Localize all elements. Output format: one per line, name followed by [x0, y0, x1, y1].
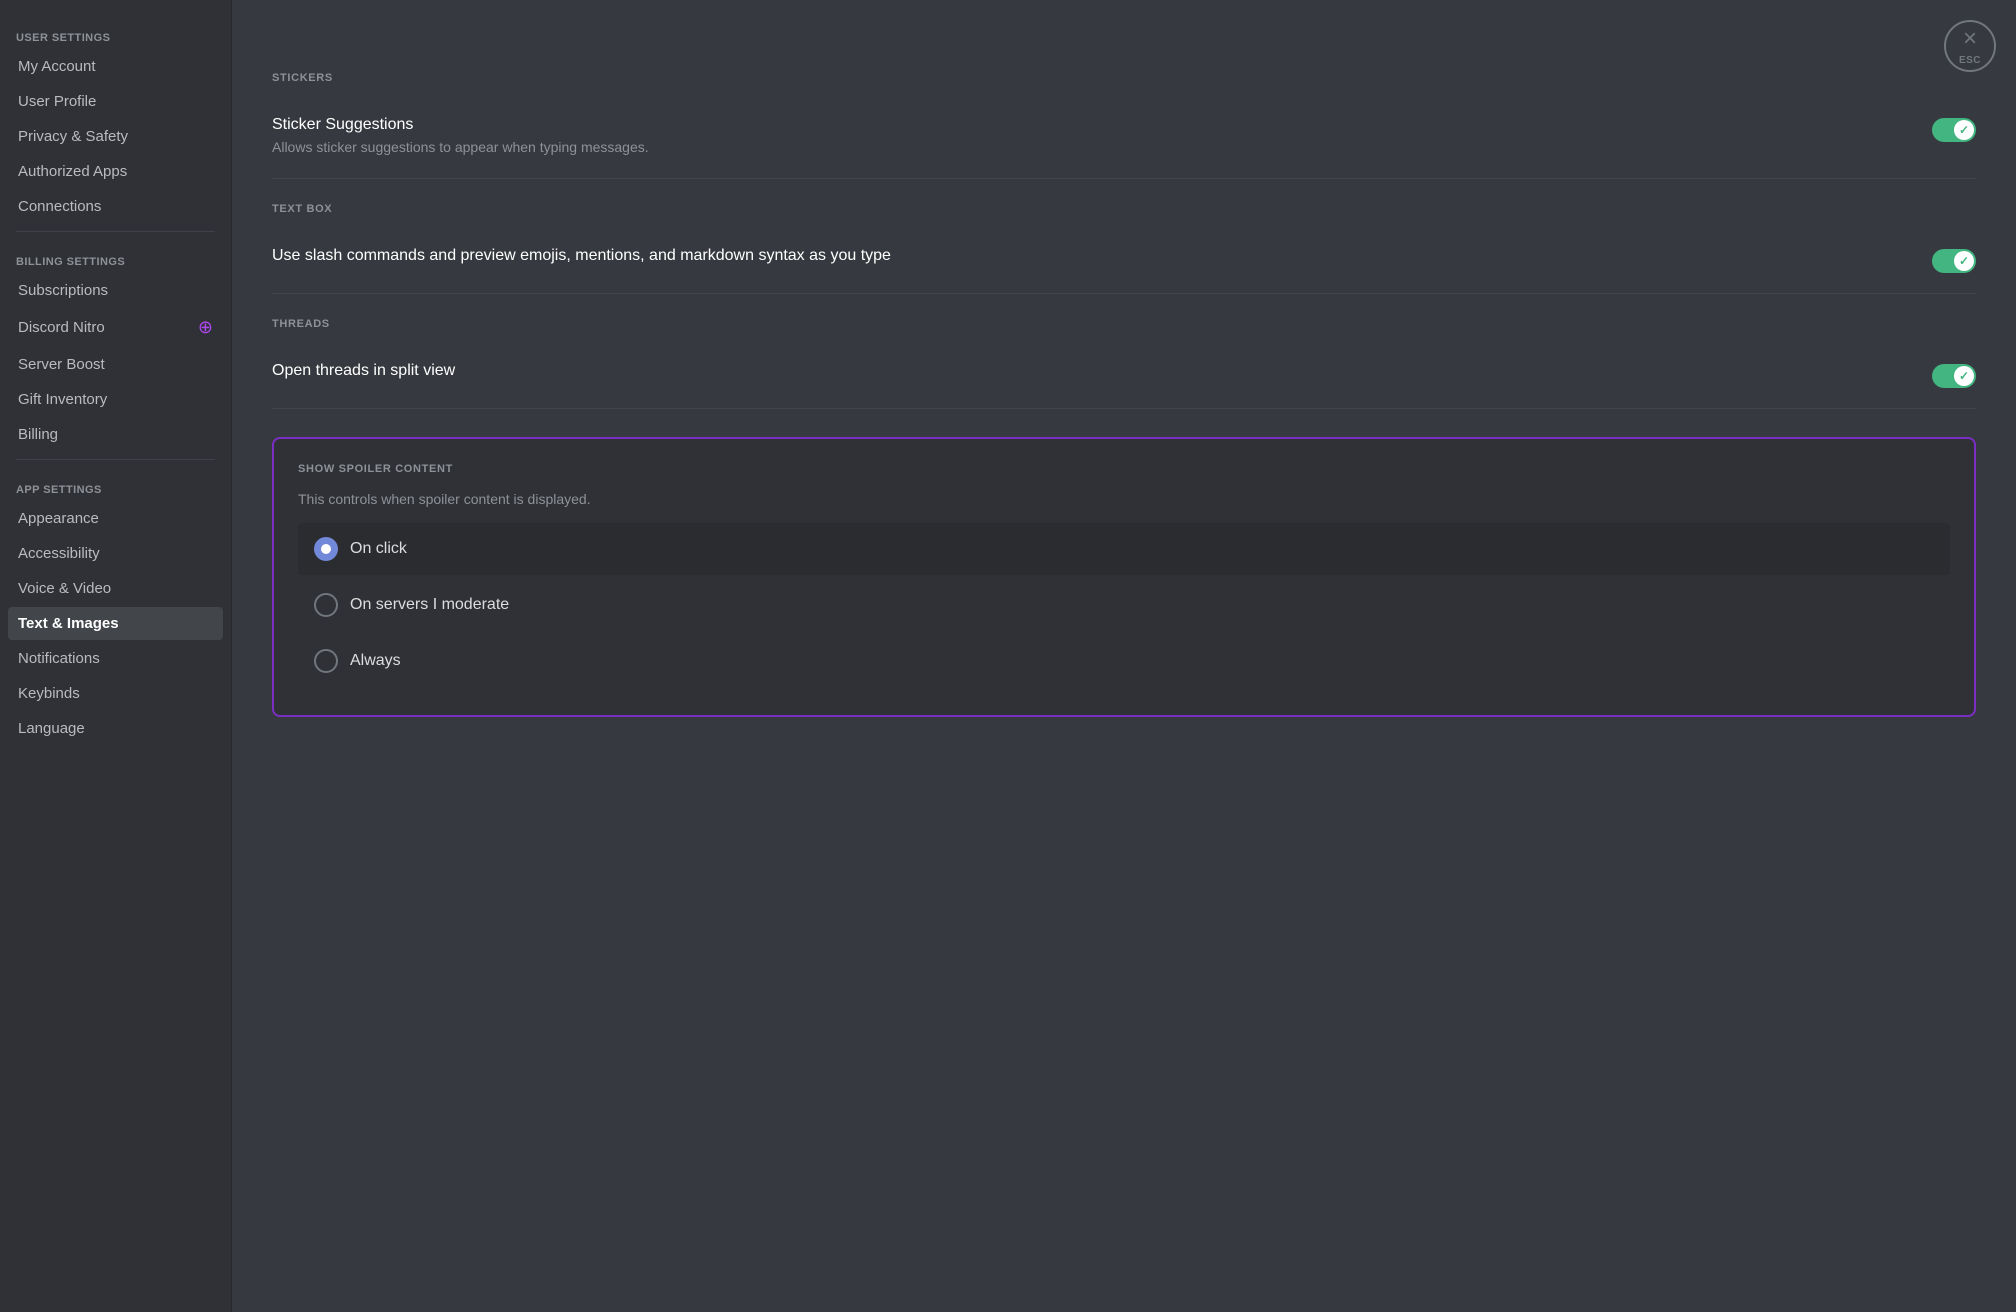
sidebar-item-text-images[interactable]: Text & Images [8, 607, 223, 640]
sidebar-divider-2 [16, 459, 215, 460]
sidebar-label-server-boost: Server Boost [18, 356, 105, 373]
sticker-suggestions-row: Sticker Suggestions Allows sticker sugge… [272, 100, 1976, 174]
sticker-suggestions-desc: Allows sticker suggestions to appear whe… [272, 138, 1908, 158]
radio-on-servers-moderate[interactable]: On servers I moderate [298, 579, 1950, 631]
threads-info: Open threads in split view [272, 362, 1932, 384]
app-settings-header: APP SETTINGS [8, 468, 223, 500]
slash-commands-info: Use slash commands and preview emojis, m… [272, 247, 1932, 269]
sidebar-item-billing[interactable]: Billing [8, 418, 223, 451]
sidebar-item-language[interactable]: Language [8, 712, 223, 745]
billing-settings-header: BILLING SETTINGS [8, 240, 223, 272]
sidebar-label-authorized-apps: Authorized Apps [18, 163, 127, 180]
sidebar-label-subscriptions: Subscriptions [18, 282, 108, 299]
sidebar-item-gift-inventory[interactable]: Gift Inventory [8, 383, 223, 416]
sidebar-label-voice-video: Voice & Video [18, 580, 111, 597]
sidebar-item-connections[interactable]: Connections [8, 190, 223, 223]
sidebar: USER SETTINGS My Account User Profile Pr… [0, 0, 232, 1312]
sidebar-item-voice-video[interactable]: Voice & Video [8, 572, 223, 605]
toggle-check-threads: ✓ [1959, 369, 1969, 383]
toggle-knob-stickers: ✓ [1954, 120, 1974, 140]
radio-label-always: Always [350, 652, 401, 670]
textbox-section-heading: TEXT BOX [272, 203, 1976, 215]
divider-textbox-threads [272, 293, 1976, 294]
radio-on-click[interactable]: On click [298, 523, 1950, 575]
sidebar-item-subscriptions[interactable]: Subscriptions [8, 274, 223, 307]
sidebar-label-privacy-safety: Privacy & Safety [18, 128, 128, 145]
toggle-check-slash: ✓ [1959, 254, 1969, 268]
sidebar-item-user-profile[interactable]: User Profile [8, 85, 223, 118]
sidebar-label-my-account: My Account [18, 58, 96, 75]
sidebar-label-user-profile: User Profile [18, 93, 96, 110]
close-button-label: ESC [1959, 55, 1981, 66]
sidebar-item-server-boost[interactable]: Server Boost [8, 348, 223, 381]
radio-circle-on-servers [314, 593, 338, 617]
sidebar-label-accessibility: Accessibility [18, 545, 100, 562]
spoiler-desc: This controls when spoiler content is di… [298, 491, 1950, 507]
sidebar-label-notifications: Notifications [18, 650, 100, 667]
toggle-knob-threads: ✓ [1954, 366, 1974, 386]
radio-circle-on-click [314, 537, 338, 561]
sidebar-item-discord-nitro[interactable]: Discord Nitro ⊕ [8, 309, 223, 346]
threads-title: Open threads in split view [272, 362, 1908, 380]
radio-circle-always [314, 649, 338, 673]
sticker-suggestions-toggle[interactable]: ✓ [1932, 118, 1976, 142]
divider-threads-spoiler [272, 408, 1976, 409]
stickers-section-heading: STICKERS [272, 72, 1976, 84]
spoiler-content-section: SHOW SPOILER CONTENT This controls when … [272, 437, 1976, 717]
slash-commands-title: Use slash commands and preview emojis, m… [272, 247, 1908, 265]
divider-stickers-textbox [272, 178, 1976, 179]
close-icon: × [1963, 27, 1977, 51]
sidebar-label-discord-nitro: Discord Nitro [18, 319, 105, 336]
radio-inner-on-click [321, 544, 331, 554]
sidebar-label-appearance: Appearance [18, 510, 99, 527]
radio-always[interactable]: Always [298, 635, 1950, 687]
radio-label-on-click: On click [350, 540, 407, 558]
sidebar-item-my-account[interactable]: My Account [8, 50, 223, 83]
close-button[interactable]: × ESC [1944, 20, 1996, 72]
sidebar-item-appearance[interactable]: Appearance [8, 502, 223, 535]
sidebar-label-text-images: Text & Images [18, 615, 119, 632]
slash-commands-toggle[interactable]: ✓ [1932, 249, 1976, 273]
radio-label-on-servers: On servers I moderate [350, 596, 509, 614]
sticker-suggestions-info: Sticker Suggestions Allows sticker sugge… [272, 116, 1932, 158]
sidebar-item-authorized-apps[interactable]: Authorized Apps [8, 155, 223, 188]
sidebar-label-billing: Billing [18, 426, 58, 443]
toggle-check-stickers: ✓ [1959, 123, 1969, 137]
sidebar-item-notifications[interactable]: Notifications [8, 642, 223, 675]
main-content: × ESC STICKERS Sticker Suggestions Allow… [232, 0, 2016, 1312]
user-settings-header: USER SETTINGS [8, 16, 223, 48]
sidebar-label-keybinds: Keybinds [18, 685, 80, 702]
sidebar-label-language: Language [18, 720, 85, 737]
toggle-knob-slash: ✓ [1954, 251, 1974, 271]
spoiler-heading: SHOW SPOILER CONTENT [298, 463, 1950, 475]
sidebar-label-gift-inventory: Gift Inventory [18, 391, 107, 408]
threads-row: Open threads in split view ✓ [272, 346, 1976, 404]
threads-toggle[interactable]: ✓ [1932, 364, 1976, 388]
sidebar-item-privacy-safety[interactable]: Privacy & Safety [8, 120, 223, 153]
sidebar-item-keybinds[interactable]: Keybinds [8, 677, 223, 710]
sticker-suggestions-title: Sticker Suggestions [272, 116, 1908, 134]
threads-section-heading: THREADS [272, 318, 1976, 330]
sidebar-label-connections: Connections [18, 198, 101, 215]
slash-commands-row: Use slash commands and preview emojis, m… [272, 231, 1976, 289]
sidebar-divider-1 [16, 231, 215, 232]
sidebar-item-accessibility[interactable]: Accessibility [8, 537, 223, 570]
nitro-icon: ⊕ [198, 317, 213, 338]
